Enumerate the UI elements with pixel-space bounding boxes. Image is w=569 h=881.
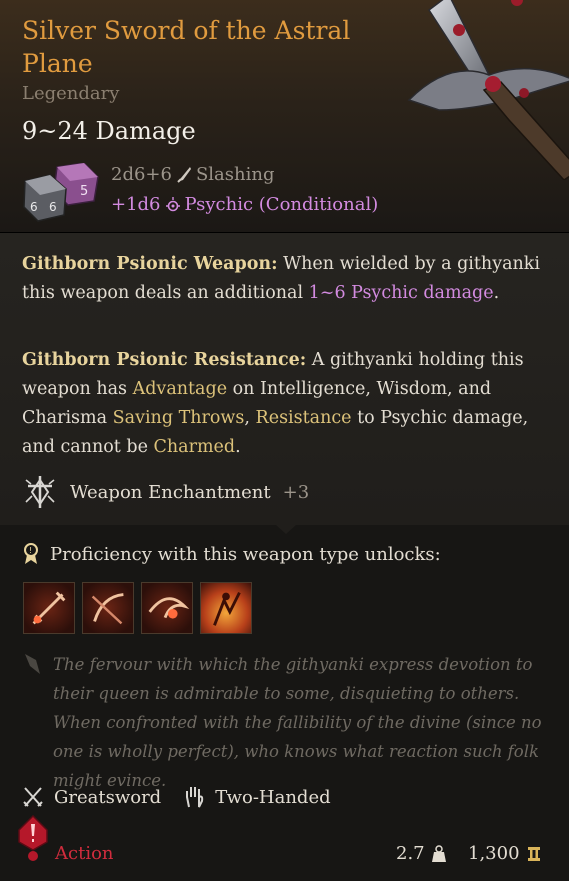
weapon-action-tile[interactable] xyxy=(200,582,252,634)
primary-damage-roll: 2d6+6 Slashing xyxy=(111,164,275,185)
item-title: Silver Sword of the Astral Plane xyxy=(22,16,351,78)
advantage-link[interactable]: Advantage xyxy=(133,379,227,399)
item-rarity: Legendary xyxy=(22,83,120,104)
proficiency-icon: ! xyxy=(24,543,38,564)
weapon-type[interactable]: Greatsword xyxy=(22,785,161,809)
weapon-actions xyxy=(23,582,252,634)
bonus-damage-type: Psychic (Conditional) xyxy=(184,194,379,215)
slash-icon xyxy=(91,593,124,625)
psychic-damage-highlight[interactable]: 1~6 Psychic damage xyxy=(309,283,494,303)
weapon-properties: Greatsword Two-Handed xyxy=(22,785,331,809)
weight-value: 2.7 xyxy=(396,843,425,864)
enchantment-icon xyxy=(25,476,55,508)
passive-title: Githborn Psionic Weapon: xyxy=(22,254,278,274)
weapon-type-label: Greatsword xyxy=(54,786,162,808)
gold-icon xyxy=(527,846,540,861)
passive-text: . xyxy=(235,437,241,457)
item-price: 1,300 xyxy=(468,843,542,864)
passive-psionic-resistance: Githborn Psionic Resistance: A githyanki… xyxy=(22,346,542,462)
weapon-action-tile[interactable] xyxy=(82,582,134,634)
enchantment-label: Weapon Enchantment xyxy=(70,481,271,503)
dice-face-label: 6 xyxy=(30,200,38,214)
dice-face-label: 6 xyxy=(49,200,57,214)
charmed-link[interactable]: Charmed xyxy=(154,437,236,457)
enchantment-value: +3 xyxy=(282,481,310,503)
svg-text:!: ! xyxy=(29,546,32,555)
action-icon xyxy=(18,814,48,861)
quill-icon xyxy=(25,654,40,674)
bonus-roll: +1d6 xyxy=(111,194,161,215)
weapon-action-tile[interactable] xyxy=(141,582,193,634)
primary-roll: 2d6+6 xyxy=(111,164,172,185)
psychic-icon xyxy=(165,196,180,211)
bonus-damage-roll: +1d6 Psychic (Conditional) xyxy=(111,194,378,215)
dice-icon: 5 6 6 xyxy=(23,163,99,222)
primary-damage-type: Slashing xyxy=(195,164,275,185)
weight-icon xyxy=(431,844,446,862)
action-cost: Action xyxy=(55,843,114,864)
hand-icon xyxy=(186,787,204,808)
passive-text: , xyxy=(244,408,256,428)
dice-face-label: 5 xyxy=(80,184,88,199)
resistance-link[interactable]: Resistance xyxy=(256,408,352,428)
flavor-text: The fervour with which the githyanki exp… xyxy=(53,655,542,790)
passive-title: Githborn Psionic Resistance: xyxy=(22,350,307,370)
proficiency-label: Proficiency with this weapon type unlock… xyxy=(50,543,441,565)
weapon-handedness[interactable]: Two-Handed xyxy=(183,785,331,809)
damage-range: 9~24 Damage xyxy=(22,117,196,145)
section-divider xyxy=(276,525,296,534)
item-weight: 2.7 xyxy=(396,843,447,864)
passive-text: . xyxy=(493,283,500,303)
cleave-icon xyxy=(148,597,190,619)
price-value: 1,300 xyxy=(468,843,520,864)
item-tooltip: Silver Sword of the Astral Plane Legenda… xyxy=(0,0,569,881)
sword-illustration xyxy=(407,0,569,180)
weapon-action-tile[interactable] xyxy=(23,582,75,634)
handedness-label: Two-Handed xyxy=(215,786,331,808)
piercing-strike-icon xyxy=(32,591,66,625)
passive-psionic-weapon: Githborn Psionic Weapon: When wielded by… xyxy=(22,250,542,308)
lacerate-icon xyxy=(213,591,241,626)
crossed-swords-icon xyxy=(23,787,43,807)
proficiency-header: ! Proficiency with this weapon type unlo… xyxy=(22,543,441,565)
weapon-enchantment[interactable]: Weapon Enchantment +3 xyxy=(22,474,309,510)
saving-throws-link[interactable]: Saving Throws xyxy=(113,408,245,428)
slashing-icon xyxy=(177,166,191,183)
